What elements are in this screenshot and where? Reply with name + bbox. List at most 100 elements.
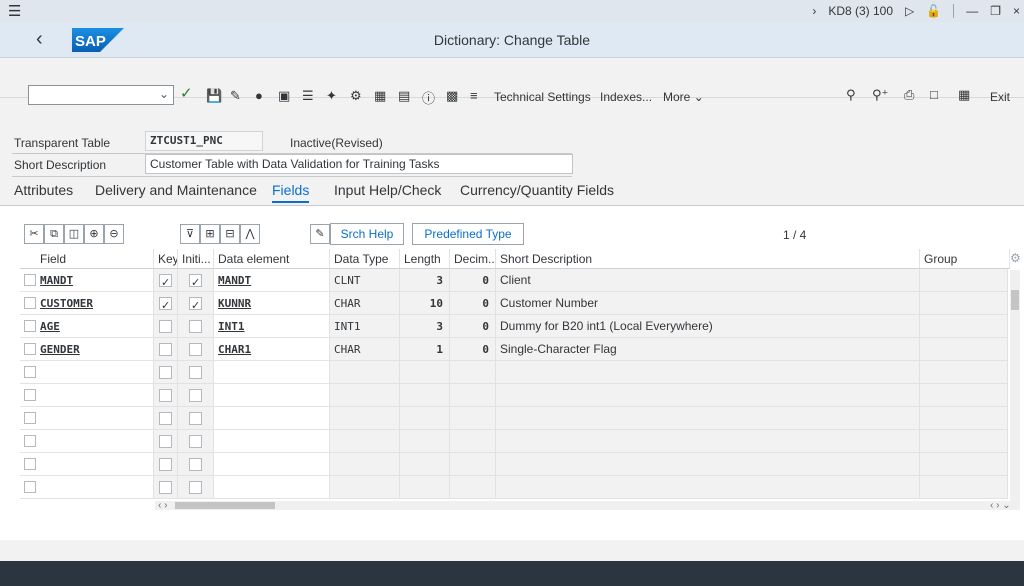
cell-data-element[interactable] xyxy=(214,407,330,430)
chevron-down-icon[interactable]: ⌄ xyxy=(159,87,169,101)
col-header-key[interactable]: Key xyxy=(154,249,178,269)
initial-values-checkbox[interactable] xyxy=(189,343,202,356)
col-header-group[interactable]: Group xyxy=(920,249,1010,269)
cell-field[interactable]: CUSTOMER xyxy=(20,292,154,315)
row-select-checkbox[interactable] xyxy=(24,343,36,355)
cell-group[interactable] xyxy=(920,430,1008,453)
scroll-left-right-icon[interactable]: ‹ › xyxy=(158,500,167,511)
cell-short-description[interactable]: Client xyxy=(496,269,920,292)
cell-decimals[interactable] xyxy=(450,407,496,430)
row-select-checkbox[interactable] xyxy=(24,274,36,286)
structure-icon[interactable]: ▩ xyxy=(446,88,458,104)
cell-short-description[interactable]: Customer Number xyxy=(496,292,920,315)
key-checkbox[interactable] xyxy=(159,366,172,379)
table-row[interactable] xyxy=(20,407,1008,430)
insert-row-icon[interactable]: ⊕ xyxy=(84,224,104,244)
cell-decimals[interactable]: 0 xyxy=(450,292,496,315)
cell-short-description[interactable] xyxy=(496,430,920,453)
srch-help-button[interactable]: Srch Help xyxy=(330,223,404,245)
cell-data-type[interactable]: CHAR xyxy=(330,338,400,361)
initial-values-checkbox[interactable] xyxy=(189,389,202,402)
cell-field[interactable] xyxy=(20,453,154,476)
key-checkbox[interactable] xyxy=(159,320,172,333)
key-checkbox[interactable] xyxy=(159,435,172,448)
cut-icon[interactable]: ✂ xyxy=(24,224,44,244)
cell-group[interactable] xyxy=(920,453,1008,476)
transparent-table-field[interactable]: ZTCUST1_PNC xyxy=(145,131,263,151)
cell-length[interactable]: 3 xyxy=(400,269,450,292)
tab-input-help-check[interactable]: Input Help/Check xyxy=(334,182,441,198)
cell-data-type[interactable] xyxy=(330,476,400,499)
cell-data-element[interactable] xyxy=(214,476,330,499)
cell-field[interactable]: GENDER xyxy=(20,338,154,361)
cell-data-element[interactable] xyxy=(214,361,330,384)
row-select-checkbox[interactable] xyxy=(24,320,36,332)
expand-icon[interactable]: ⊞ xyxy=(200,224,220,244)
cell-short-description[interactable] xyxy=(496,453,920,476)
cell-group[interactable] xyxy=(920,292,1008,315)
cell-decimals[interactable] xyxy=(450,430,496,453)
row-select-checkbox[interactable] xyxy=(24,458,36,470)
cell-short-description[interactable] xyxy=(496,476,920,499)
list-icon[interactable]: ≡ xyxy=(470,88,478,103)
cell-decimals[interactable] xyxy=(450,361,496,384)
table-row[interactable] xyxy=(20,384,1008,407)
cell-decimals[interactable]: 0 xyxy=(450,338,496,361)
col-header-short-description[interactable]: Short Description xyxy=(496,249,920,269)
save-icon[interactable]: 💾 xyxy=(206,88,222,104)
search-icon[interactable]: ⚲ xyxy=(846,87,856,103)
col-header-data-element[interactable]: Data element xyxy=(214,249,330,269)
cell-decimals[interactable] xyxy=(450,453,496,476)
cell-length[interactable] xyxy=(400,361,450,384)
paste-icon[interactable]: ◫ xyxy=(64,224,84,244)
copy-icon[interactable]: ⧉ xyxy=(44,224,64,244)
cell-field[interactable] xyxy=(20,407,154,430)
indexes-button[interactable]: Indexes... xyxy=(600,90,652,104)
key-checkbox[interactable] xyxy=(159,272,172,291)
initial-values-checkbox[interactable] xyxy=(189,435,202,448)
initial-values-checkbox[interactable] xyxy=(189,320,202,333)
cell-group[interactable] xyxy=(920,338,1008,361)
cell-data-type[interactable] xyxy=(330,361,400,384)
key-checkbox[interactable] xyxy=(159,389,172,402)
delete-row-icon[interactable]: ⊖ xyxy=(104,224,124,244)
command-field[interactable]: ⌄ xyxy=(28,85,174,105)
check-icon[interactable]: ✓ xyxy=(180,84,193,102)
table-row[interactable] xyxy=(20,476,1008,499)
tab-fields[interactable]: Fields xyxy=(272,182,310,203)
exit-button[interactable]: Exit xyxy=(990,90,1010,104)
table-row[interactable] xyxy=(20,361,1008,384)
cell-length[interactable]: 3 xyxy=(400,315,450,338)
layout-icon[interactable]: ▦ xyxy=(958,87,970,103)
cell-length[interactable] xyxy=(400,476,450,499)
cell-group[interactable] xyxy=(920,315,1008,338)
cell-field[interactable]: MANDT xyxy=(20,269,154,292)
table-row[interactable]: AGE INT1 INT1 3 0 Dummy for B20 int1 (Local E… xyxy=(20,315,1008,338)
technical-settings-button[interactable]: Technical Settings xyxy=(494,90,591,104)
cell-data-type[interactable]: CLNT xyxy=(330,269,400,292)
cell-field[interactable] xyxy=(20,384,154,407)
cell-length[interactable] xyxy=(400,384,450,407)
cell-data-element[interactable]: INT1 xyxy=(214,315,330,338)
tab-delivery-and-maintenance[interactable]: Delivery and Maintenance xyxy=(95,182,257,198)
scroll-corner-icon[interactable]: ‹ › ⌄ xyxy=(990,500,1011,511)
activate-icon[interactable]: ✦ xyxy=(326,88,337,104)
row-select-checkbox[interactable] xyxy=(24,435,36,447)
cell-short-description[interactable] xyxy=(496,384,920,407)
align-icon[interactable]: ▤ xyxy=(398,88,410,104)
table-row[interactable]: MANDTMANDTCLNT30Client xyxy=(20,269,1008,292)
test-icon[interactable]: ⚙ xyxy=(350,88,362,104)
cell-length[interactable] xyxy=(400,453,450,476)
cell-short-description[interactable]: Dummy for B20 int1 (Local Everywhere) xyxy=(496,315,920,338)
row-select-checkbox[interactable] xyxy=(24,481,36,493)
cell-data-type[interactable] xyxy=(330,430,400,453)
cell-data-element[interactable]: KUNNR xyxy=(214,292,330,315)
predefined-type-button[interactable]: Predefined Type xyxy=(412,223,524,245)
cell-length[interactable]: 10 xyxy=(400,292,450,315)
chevron-right-icon[interactable]: › xyxy=(812,4,816,18)
cell-decimals[interactable]: 0 xyxy=(450,269,496,292)
cell-data-element[interactable]: MANDT xyxy=(214,269,330,292)
pencil-icon[interactable]: ✎ xyxy=(310,224,330,244)
col-header-decimals[interactable]: Decim... xyxy=(450,249,496,269)
cell-length[interactable]: 1 xyxy=(400,338,450,361)
